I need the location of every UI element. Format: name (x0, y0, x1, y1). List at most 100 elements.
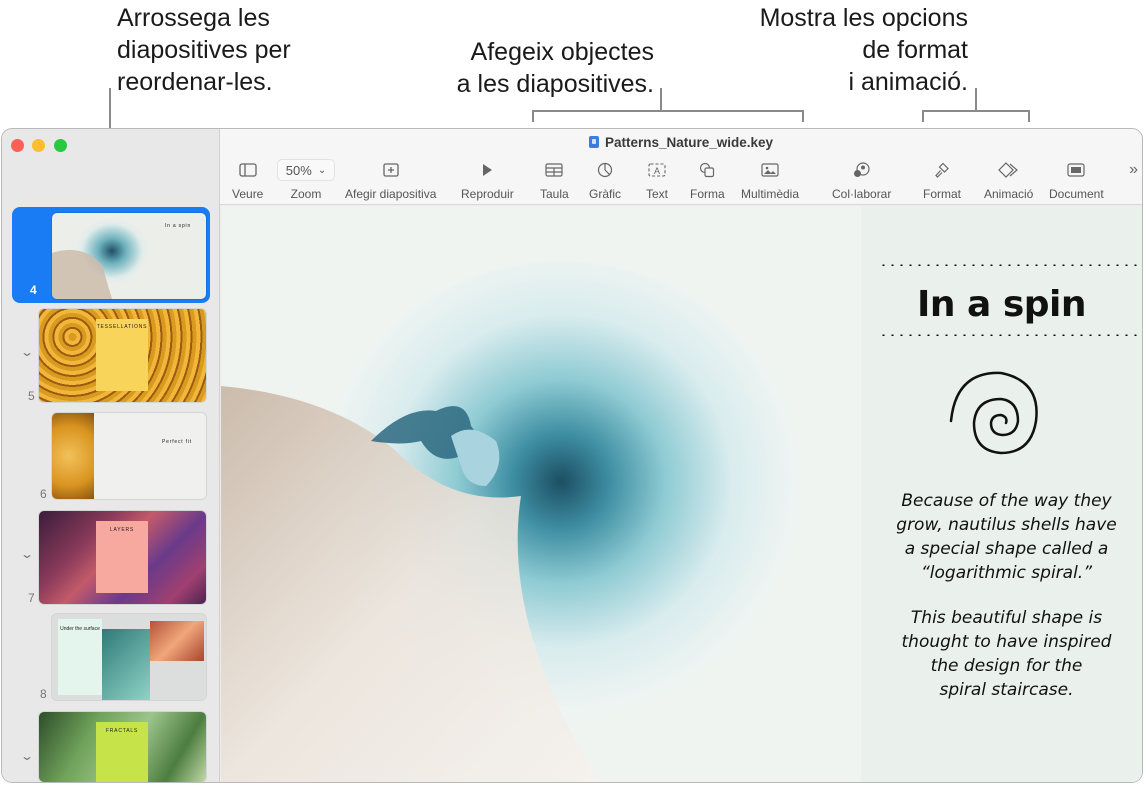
body-line: Because of the way they (901, 491, 1112, 511)
shape-label: Forma (690, 187, 725, 201)
format-button[interactable]: Format (923, 159, 961, 201)
callout-line: diapositives per (117, 36, 291, 64)
slide-number: 5 (28, 389, 35, 403)
slide-thumbnail-7[interactable]: LAYERS (39, 511, 206, 604)
slide-text-panel: In a spin Because of the way they grow, … (861, 206, 1142, 782)
slide-thumbnail-8[interactable]: Under the surface (52, 614, 206, 700)
collaborate-button[interactable]: Col·laborar (832, 159, 891, 201)
text-label: Text (646, 187, 669, 201)
slide-thumbnail-6[interactable]: Perfect fit (52, 413, 206, 499)
collaborate-icon (853, 159, 871, 181)
play-button[interactable]: Reproduir (461, 159, 514, 201)
collapse-chevron-icon[interactable]: ⌄ (20, 345, 34, 359)
shape-button[interactable]: Forma (690, 159, 725, 201)
slide-navigator[interactable]: In a spin 4 ⌄ TESSELLATIONS 5 Perfect fi… (2, 129, 220, 782)
table-button[interactable]: Taula (540, 159, 569, 201)
slide-title[interactable]: In a spin (861, 284, 1142, 325)
body-line: thought to have inspired (901, 632, 1112, 652)
zoom-value: 50% (285, 162, 312, 178)
animate-diamond-icon (997, 159, 1020, 181)
collaborate-label: Col·laborar (832, 187, 892, 201)
paintbrush-icon (934, 159, 950, 181)
table-icon (545, 159, 563, 181)
text-box-icon: A (648, 159, 666, 181)
spiral-icon (949, 371, 1038, 455)
callout-line: a les diapositives. (456, 70, 654, 98)
callout-line: i animació. (848, 68, 969, 96)
add-slide-label: Afegir diapositiva (345, 187, 437, 201)
callout-leader-line (975, 88, 977, 111)
callout-line: Arrossega les (117, 4, 270, 32)
honeycomb-image (52, 413, 94, 499)
collapse-chevron-icon[interactable]: ⌄ (20, 547, 34, 561)
collapse-chevron-icon[interactable]: ⌄ (20, 749, 34, 763)
zoom-dropdown[interactable]: 50% ⌄ (277, 159, 335, 181)
document-button[interactable]: Document (1049, 159, 1104, 201)
view-label: Veure (232, 187, 264, 201)
media-button[interactable]: Multimèdia (741, 159, 799, 201)
chart-button[interactable]: Gràfic (589, 159, 621, 201)
toolbar-overflow-button[interactable]: » (1129, 161, 1138, 179)
callout-bracket (532, 110, 803, 112)
slide-body-paragraph-1[interactable]: Because of the way they grow, nautilus s… (871, 489, 1142, 585)
body-line: This beautiful shape is (910, 608, 1103, 628)
nautilus-shell-image (221, 206, 861, 782)
document-label: Document (1049, 187, 1104, 201)
body-line: “logarithmic spiral.” (920, 563, 1093, 583)
slide-number: 7 (28, 591, 35, 605)
slide-canvas[interactable]: In a spin Because of the way they grow, … (221, 206, 1142, 782)
sidebar-view-icon (239, 159, 257, 181)
callout-line: de format (862, 36, 968, 64)
callout-line: reordenar-les. (117, 68, 273, 96)
slide-number: 4 (30, 283, 37, 297)
zoom-label: Zoom (290, 187, 322, 201)
slide-thumbnail-9[interactable]: FRACTALS (39, 712, 206, 782)
minimize-window-button[interactable] (32, 139, 45, 152)
slide-number: 6 (40, 487, 47, 501)
dotted-divider (879, 334, 1142, 336)
svg-text:A: A (654, 166, 660, 176)
callout-reorder-slides: Arrossega les diapositives per reordenar… (117, 2, 291, 98)
zoom-control[interactable]: 50% ⌄ Zoom (277, 159, 335, 201)
body-line: the design for the (930, 656, 1083, 676)
callout-bracket (922, 110, 924, 122)
callout-format-animation: Mostra les opcions de format i animació. (700, 2, 968, 98)
callout-add-objects: Afegeix objectes a les diapositives. (418, 36, 654, 100)
thumbnail-heading: FRACTALS (105, 728, 139, 734)
photo-icon (761, 159, 779, 181)
slide-thumbnail-5[interactable]: TESSELLATIONS (39, 309, 206, 402)
document-title-text: Patterns_Nature_wide.key (604, 135, 774, 150)
play-label: Reproduir (461, 187, 514, 201)
format-label: Format (923, 187, 962, 201)
callout-bracket (1028, 110, 1030, 122)
view-button[interactable]: Veure (232, 159, 263, 201)
add-slide-button[interactable]: Afegir diapositiva (345, 159, 436, 201)
thumbnail-heading: TESSELLATIONS (96, 324, 148, 330)
slide-thumbnail-4[interactable]: In a spin (52, 213, 206, 299)
teal-photo (102, 629, 150, 700)
shape-icon (699, 159, 715, 181)
thumbnail-heading: In a spin (164, 223, 192, 229)
thumbnail-heading: Under the surface (60, 626, 100, 632)
callout-line: Afegeix objectes (470, 38, 654, 66)
table-label: Taula (540, 187, 569, 201)
chart-label: Gràfic (589, 187, 622, 201)
plus-square-icon (383, 159, 399, 181)
close-window-button[interactable] (11, 139, 24, 152)
callout-bracket (532, 110, 534, 122)
animate-label: Animació (984, 187, 1034, 201)
slide-body-paragraph-2[interactable]: This beautiful shape is thought to have … (871, 606, 1142, 702)
fullscreen-window-button[interactable] (54, 139, 67, 152)
document-title: Patterns_Nature_wide.key (220, 135, 1142, 150)
text-button[interactable]: A Text (646, 159, 668, 201)
media-label: Multimèdia (741, 187, 800, 201)
slide-number: 8 (40, 687, 47, 701)
thumbnail-heading: LAYERS (109, 527, 135, 533)
animate-button[interactable]: Animació (984, 159, 1033, 201)
callout-line: Mostra les opcions (759, 4, 968, 32)
callout-bracket (802, 110, 804, 122)
body-line: spiral staircase. (939, 680, 1074, 700)
chevron-down-icon: ⌄ (317, 164, 327, 176)
chart-icon (597, 159, 613, 181)
callout-leader-line (660, 88, 662, 111)
